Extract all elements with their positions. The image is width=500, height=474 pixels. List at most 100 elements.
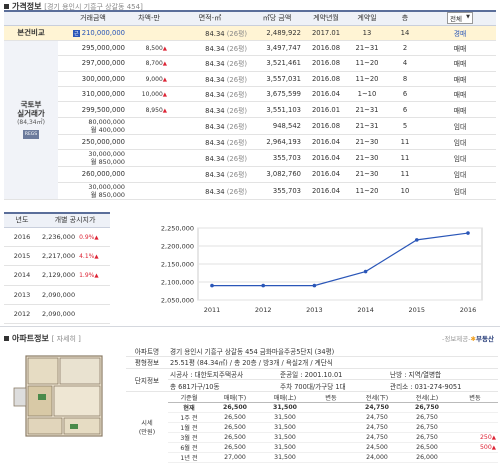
official-price-row: 2016 2,236,000 0.9%▲ xyxy=(4,227,110,247)
amount-value: 295,000,000 xyxy=(81,44,125,53)
section-divider xyxy=(0,326,500,327)
history-row: 6월 전 26,500 31,500 24,500 26,500 500▲ xyxy=(126,442,498,453)
official-price-row: 2015 2,217,000 4.1%▲ xyxy=(4,246,110,267)
subject-amount: 210,000,000 xyxy=(81,28,125,37)
amount-value: 299,500,000 xyxy=(81,105,125,114)
molit-label: 국토부 실거래가 (84,34㎡) REGS xyxy=(4,40,58,200)
up-arrow-icon: ▲ xyxy=(162,76,167,83)
official-price-value: 2,090,000 xyxy=(42,290,76,299)
type-filter-select[interactable]: 전체 ▼ xyxy=(447,12,473,25)
size-info: 25.51평 (84.34㎡) / 총 20층 / 방3개 / 욕실2개 / 계… xyxy=(168,356,498,369)
price-row: 260,000,000 84.34 (26평) 3,082,760 2016.04 21… xyxy=(4,166,496,183)
monthly-rent: 월 400,000 xyxy=(90,125,125,134)
amount-value: 300,000,000 xyxy=(81,74,125,83)
up-arrow-icon: ▲ xyxy=(491,435,496,441)
amount-value: 80,000,000 xyxy=(88,117,125,126)
history-label: 시세 (만원) xyxy=(138,419,156,436)
col-area[interactable]: 면적-㎡ xyxy=(170,10,250,26)
complex-info-row-1: 단지정보 시공사 : 대한토지주택공사 준공일 : 2001.10.01 난방 … xyxy=(126,368,498,392)
market-price-history-table: 시세 (만원) 기준월 매매(下) 매매(上) 변동 전세(下) 전세(上) 변동… xyxy=(126,393,498,463)
data-point xyxy=(466,231,470,235)
price-row: 80,000,000 월 400,000 84.34 (26평) 948,542 201… xyxy=(4,117,496,135)
y-tick-label: 2,050,000 xyxy=(161,297,194,305)
x-tick-label: 2011 xyxy=(204,306,221,314)
amount-value: 30,000,000 xyxy=(88,182,125,191)
up-arrow-icon: ▲ xyxy=(94,254,99,261)
y-tick-label: 2,100,000 xyxy=(161,279,194,287)
up-arrow-icon: ▲ xyxy=(94,234,99,241)
official-price-value: 2,217,000 xyxy=(42,252,76,261)
col-ym[interactable]: 계약년월 xyxy=(304,10,348,26)
complex-info-row-2: 총 681가구/10동 주차 700대/가구당 1대 관리소 : 031-274… xyxy=(126,379,498,392)
official-price-row: 2014 2,129,000 1.9%▲ xyxy=(4,265,110,286)
official-price-row: 2013 2,090,000 xyxy=(4,285,110,306)
col-per-m2[interactable]: ㎡당 금액 xyxy=(250,10,304,26)
history-row: 3월 전 26,500 31,500 24,750 26,750 250▲ xyxy=(126,432,498,443)
history-row: 1주 전 26,500 31,500 24,750 26,750 xyxy=(126,412,498,423)
monthly-rent: 월 850,000 xyxy=(90,158,125,167)
diff-value: 8,950 xyxy=(145,106,163,114)
price-row: 국토부 실거래가 (84,34㎡) REGS 295,000,000 8,500▲ 84.3… xyxy=(4,40,496,200)
col-amount[interactable]: 거래금액 xyxy=(58,10,128,26)
col-floor[interactable]: 층 xyxy=(386,10,424,26)
diff-value: 10,000 xyxy=(141,91,163,99)
price-row: 300,000,000 9,000▲ 84.34 (26평) 3,557,031 201… xyxy=(4,71,496,88)
y-tick-label: 2,200,000 xyxy=(161,243,194,251)
chevron-down-icon: ▼ xyxy=(466,14,470,21)
change-value: 250 xyxy=(479,434,492,441)
data-point xyxy=(415,238,419,242)
up-arrow-icon: ▲ xyxy=(162,92,167,99)
change-value: 500 xyxy=(479,444,492,451)
official-price-row: 2012 2,090,000 xyxy=(4,304,110,325)
apartment-section-title: 아파트정보 [ 자세히 ] xyxy=(4,333,81,344)
price-row: 250,000,000 84.34 (26평) 2,964,193 2016.04 21… xyxy=(4,134,496,151)
up-arrow-icon: ▲ xyxy=(162,107,167,114)
price-table-header: 거래금액 차액-만 면적-㎡ ㎡당 금액 계약년월 계약일 층 전체 ▼ xyxy=(4,10,496,26)
price-row: 30,000,000 월 850,000 84.34 (26평) 355,703 201… xyxy=(4,182,496,200)
data-point xyxy=(363,269,368,274)
price-row: 310,000,000 10,000▲ 84.34 (26평) 3,675,599 20… xyxy=(4,86,496,103)
data-point xyxy=(312,283,317,288)
up-arrow-icon: ▲ xyxy=(162,46,167,53)
x-tick-label: 2014 xyxy=(357,306,374,314)
up-arrow-icon: ▲ xyxy=(491,445,496,451)
official-price-chart: 2,250,000 2,200,000 2,150,000 2,100,000 2,05… xyxy=(161,225,483,314)
floor-plan-image[interactable] xyxy=(8,350,118,442)
diff-value: 8,700 xyxy=(145,60,163,68)
change-rate: 0.9% xyxy=(79,233,95,241)
auction-badge-icon: 근 xyxy=(73,29,80,37)
detail-link[interactable]: [ 자세히 ] xyxy=(52,335,81,343)
history-row: 현재 26,500 31,500 24,750 26,750 xyxy=(126,402,498,413)
change-rate: 1.9% xyxy=(79,272,95,280)
change-rate: 4.1% xyxy=(79,253,95,261)
col-year: 년도 xyxy=(4,212,40,228)
subject-row: 본건비교 근 210,000,000 84.34 (26평) 2,489,922 … xyxy=(4,25,496,41)
data-point xyxy=(261,283,265,288)
price-row: 30,000,000 월 850,000 84.34 (26평) 355,703 201… xyxy=(4,149,496,168)
history-header: 시세 (만원) 기준월 매매(下) 매매(上) 변동 전세(下) 전세(上) 변동 xyxy=(126,393,498,436)
apartment-info-table: 아파트명 경기 용인시 기흥구 상갈동 454 금화마을주공5단지 (34평) … xyxy=(126,345,498,392)
regs-badge-icon: REGS xyxy=(22,130,40,140)
history-row: 1년 전 27,000 31,500 24,000 26,000 xyxy=(126,452,498,463)
price-row: 297,000,000 8,700▲ 84.34 (26평) 3,521,461 201… xyxy=(4,55,496,72)
col-day[interactable]: 계약일 xyxy=(348,10,386,26)
official-price-value: 2,129,000 xyxy=(42,271,76,280)
price-row: 299,500,000 8,950▲ 84.34 (26평) 3,551,103 201… xyxy=(4,101,496,118)
diff-value: 8,500 xyxy=(145,45,163,53)
x-tick-label: 2015 xyxy=(409,306,426,314)
up-arrow-icon: ▲ xyxy=(94,273,99,280)
col-diff[interactable]: 차액-만 xyxy=(128,10,170,26)
official-price-value: 2,236,000 xyxy=(42,232,76,241)
official-price-table: 년도 개별 공시지가 2016 2,236,000 0.9%▲ 2015 2,217,0… xyxy=(4,212,110,325)
apartment-name-row: 아파트명 경기 용인시 기흥구 상갈동 454 금화마을주공5단지 (34평) xyxy=(126,345,498,358)
official-price-value: 2,090,000 xyxy=(42,310,76,319)
amount-value: 297,000,000 xyxy=(81,59,125,68)
x-tick-label: 2013 xyxy=(306,306,323,314)
x-tick-label: 2016 xyxy=(460,306,477,314)
x-tick-label: 2012 xyxy=(255,306,272,314)
complex-label: 단지정보 xyxy=(126,368,168,392)
diff-value: 9,000 xyxy=(145,75,163,83)
data-point xyxy=(210,283,214,288)
y-tick-label: 2,250,000 xyxy=(161,225,194,233)
apartment-name: 경기 용인시 기흥구 상갈동 454 금화마을주공5단지 (34평) xyxy=(168,345,498,358)
